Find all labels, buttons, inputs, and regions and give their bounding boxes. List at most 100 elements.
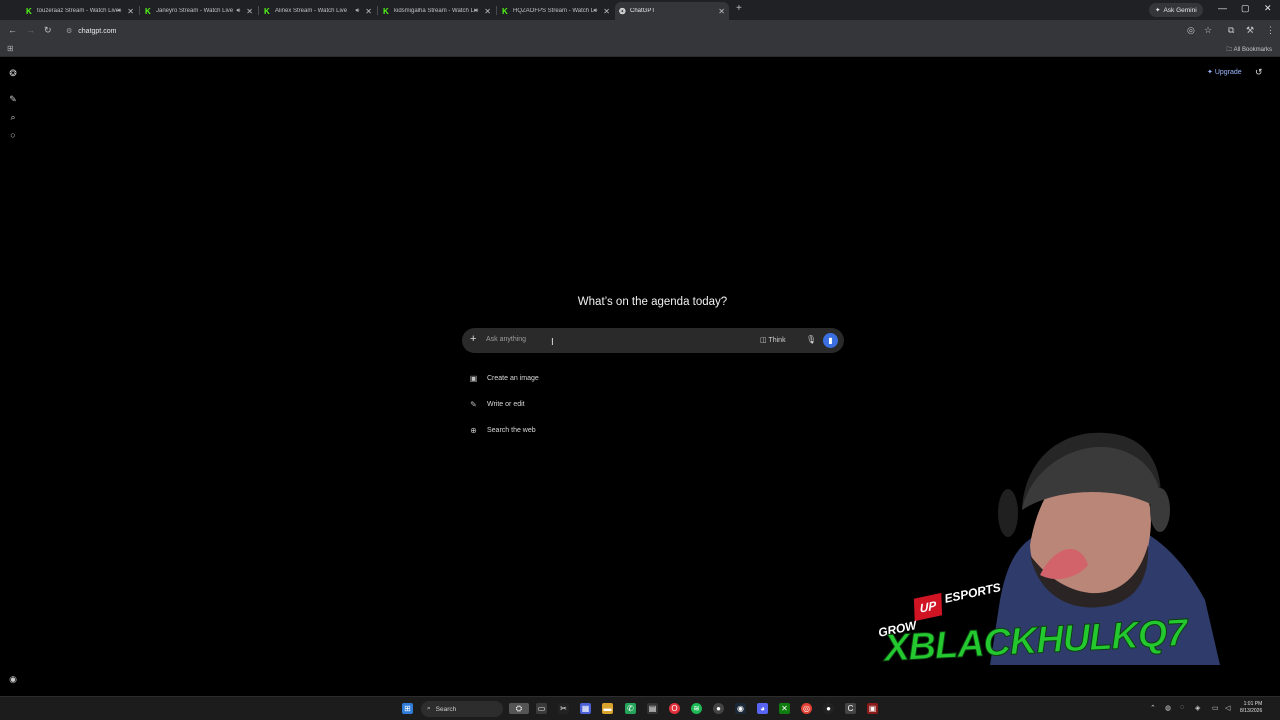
tab-title: ChatGPT [630, 8, 656, 14]
kick-icon: K [383, 6, 389, 16]
app-icon[interactable]: ▣ [867, 703, 878, 714]
page-title: What’s on the agenda today? [577, 296, 728, 308]
image-icon: ▣ [469, 374, 478, 383]
suggestion-write-edit[interactable]: ✎ Write or edit [469, 400, 525, 409]
app-icon[interactable]: ● [823, 703, 834, 714]
suggestion-search-web[interactable]: ⊕ Search the web [469, 426, 536, 435]
close-icon[interactable]: ✕ [603, 7, 610, 16]
speaker-icon[interactable]: 🔊︎ [237, 8, 241, 15]
steam-icon[interactable]: ◉ [735, 703, 746, 714]
new-chat-icon[interactable]: ✎ [8, 94, 18, 105]
taskbar-clock[interactable]: 1:01 PM 8/13/2026 [1240, 701, 1262, 715]
think-label: Think [768, 337, 786, 344]
voice-mode-button[interactable]: ▮ [823, 333, 838, 348]
close-icon[interactable]: ✕ [246, 7, 253, 16]
profile-icon[interactable]: ⚒ [1246, 25, 1254, 36]
tab-divider [258, 6, 259, 15]
capcut-icon[interactable]: ✂ [558, 703, 569, 714]
tab-5[interactable]: K HQZAOFPS Stream - Watch Live 🔊︎ ✕ [498, 2, 614, 20]
window-close-button[interactable]: ✕ [1264, 3, 1272, 14]
search-label: Search [435, 705, 457, 713]
globe-icon: ⊕ [470, 426, 477, 435]
tab-3[interactable]: K Alinex Stream - Watch Live 🔊︎ ✕ [260, 2, 376, 20]
new-tab-button[interactable]: + [736, 3, 742, 14]
suggestion-label: Search the web [487, 427, 536, 434]
ask-gemini-button[interactable]: ✦ Ask Gemini [1149, 3, 1203, 17]
kick-icon: K [145, 6, 151, 16]
close-icon[interactable]: ✕ [365, 7, 372, 16]
speaker-icon[interactable]: 🔊︎ [118, 8, 122, 15]
upgrade-button[interactable]: ✦ Upgrade [1207, 68, 1242, 76]
speaker-icon[interactable]: 🔊︎ [356, 8, 360, 15]
close-icon[interactable]: ✕ [484, 7, 491, 16]
start-icon[interactable]: ⊞ [402, 703, 413, 714]
suggestion-create-image[interactable]: ▣ Create an image [469, 374, 539, 383]
tab-6-active[interactable]: ❂ ChatGPT ✕ [615, 2, 729, 20]
prompt-composer[interactable]: + Ask anything ◫ Think 🎙︎ ▮ [462, 328, 844, 353]
chevron-up-icon[interactable]: ⌃ [1150, 704, 1156, 712]
search-icon[interactable]: ⌕ [8, 112, 18, 123]
kick-icon: K [264, 6, 270, 16]
browser-tab-strip: K touzeraaz Stream - Watch Live 🔊︎ ✕ K J… [0, 0, 1280, 20]
app-icon[interactable]: C [845, 703, 856, 714]
sparkle-icon: ✦ [1207, 69, 1213, 76]
close-icon[interactable]: ✕ [718, 7, 725, 16]
tray-icon[interactable]: ◍ [1165, 704, 1171, 712]
microphone-icon[interactable]: 🎙︎ [806, 335, 816, 344]
opera-icon[interactable]: O [669, 703, 680, 714]
plus-icon[interactable]: + [470, 333, 476, 345]
think-button[interactable]: ◫ Think [760, 336, 786, 344]
temporary-chat-icon[interactable]: ↺ [1255, 67, 1263, 78]
tab-title: Alinex Stream - Watch Live [275, 8, 348, 14]
clock-date: 8/13/2026 [1240, 708, 1263, 714]
discord-icon[interactable]: ◕ [757, 703, 768, 714]
star-icon[interactable]: ☆ [1204, 25, 1212, 36]
kick-icon: K [26, 6, 32, 16]
bookmarks-bar: ⊞ 🗀︎ All Bookmarks [0, 42, 1280, 57]
tab-1[interactable]: K touzeraaz Stream - Watch Live 🔊︎ ✕ [22, 2, 138, 20]
taskbar-search[interactable]: ⌕ Search [421, 701, 503, 717]
kick-icon: K [502, 6, 508, 16]
reload-icon[interactable]: ↻ [44, 25, 52, 36]
maximize-button[interactable]: ▢ [1241, 3, 1250, 14]
library-icon[interactable]: ○ [8, 130, 18, 140]
tab-2[interactable]: K Janeyro Stream - Watch Live 🔊︎ ✕ [141, 2, 257, 20]
suggestion-label: Create an image [487, 375, 539, 382]
widgets-icon[interactable]: ⛭ [509, 703, 529, 714]
chrome-icon[interactable]: ◎ [801, 703, 812, 714]
extensions-icon[interactable]: ⧉ [1228, 25, 1234, 36]
profile-avatar[interactable]: ◉ [8, 674, 18, 685]
back-arrow-icon[interactable]: ← [8, 25, 17, 35]
prompt-input[interactable]: Ask anything [486, 336, 526, 343]
tray-icon[interactable]: ◈ [1195, 704, 1200, 712]
task-view-icon[interactable]: ▭ [536, 703, 547, 714]
xbox-icon[interactable]: ✕ [779, 703, 790, 714]
obs-icon[interactable]: ● [713, 703, 724, 714]
forward-arrow-icon[interactable]: → [26, 25, 35, 35]
tray-icon[interactable]: ◌ [1180, 704, 1184, 711]
tab-divider [496, 6, 497, 15]
file-explorer-icon[interactable]: ▬ [602, 703, 613, 714]
tab-divider [377, 6, 378, 15]
speaker-icon[interactable]: 🔊︎ [475, 8, 479, 15]
teams-icon[interactable]: ▦ [580, 703, 591, 714]
url-text: chatgpt.com [78, 27, 117, 35]
menu-icon[interactable]: ⋮ [1266, 25, 1275, 36]
site-info-icon[interactable]: ⚙︎ [66, 27, 72, 35]
minimize-button[interactable]: — [1218, 3, 1227, 13]
spotify-icon[interactable]: ≋ [691, 703, 702, 714]
tab-4[interactable]: K kidsmigalha Stream - Watch Live 🔊︎ ✕ [379, 2, 495, 20]
chatgpt-icon: ❂ [619, 6, 626, 16]
apps-icon[interactable]: ⊞ [7, 44, 14, 53]
address-bar[interactable]: ⚙︎ chatgpt.com [62, 23, 1202, 39]
whatsapp-icon[interactable]: ✆ [625, 703, 636, 714]
chatgpt-logo-icon[interactable]: ❂ [8, 68, 18, 79]
suggestion-label: Write or edit [487, 401, 525, 408]
volume-icon[interactable]: ◁ [1225, 704, 1230, 712]
terminal-icon[interactable]: ▤ [647, 703, 658, 714]
speaker-icon[interactable]: 🔊︎ [594, 8, 598, 15]
upgrade-label: Upgrade [1214, 69, 1242, 76]
all-bookmarks-button[interactable]: 🗀︎ All Bookmarks [1226, 45, 1272, 55]
network-icon[interactable]: ▭ [1212, 704, 1219, 712]
close-icon[interactable]: ✕ [127, 7, 134, 16]
